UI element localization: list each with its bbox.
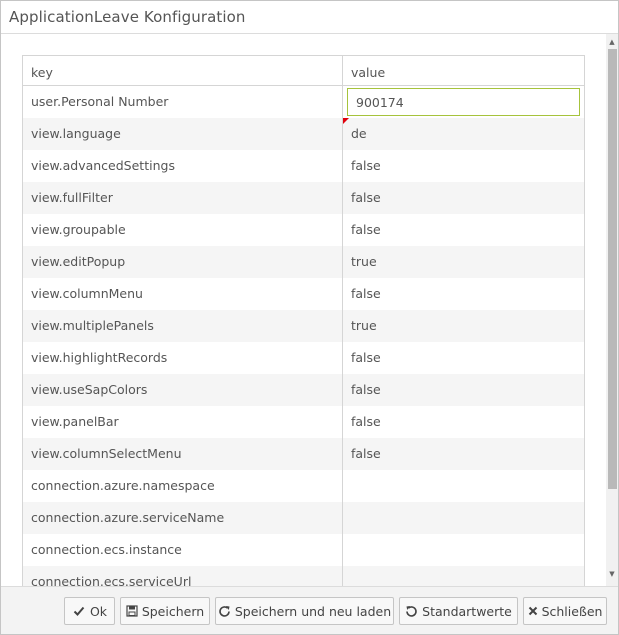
table-row[interactable]: view.editPopup true [23,246,584,278]
title-bar: ApplicationLeave Konfiguration [1,1,618,34]
key-cell: view.useSapColors [23,374,343,406]
value-cell[interactable] [343,86,584,118]
table-row[interactable]: view.useSapColors false [23,374,584,406]
refresh-icon [218,604,231,618]
table-row[interactable]: connection.ecs.instance [23,534,584,566]
value-text: de [351,126,367,141]
scroll-down-arrow-icon[interactable]: ▼ [608,570,616,578]
key-cell: view.panelBar [23,406,343,438]
check-icon [72,604,86,618]
config-dialog: ApplicationLeave Konfiguration key value… [0,0,619,635]
grid-header: key value [23,56,584,86]
key-cell: view.groupable [23,214,343,246]
table-row[interactable]: user.Personal Number [23,86,584,118]
close-button[interactable]: Schließen [523,597,607,625]
column-header-key[interactable]: key [23,56,343,85]
scrollbar-thumb[interactable] [608,49,617,489]
table-row[interactable]: connection.azure.serviceName [23,502,584,534]
key-cell: view.fullFilter [23,182,343,214]
dialog-footer: Ok Speichern Speichern und neu laden Sta… [1,586,618,634]
save-and-reload-button[interactable]: Speichern und neu laden [215,597,394,625]
key-cell: connection.azure.namespace [23,470,343,502]
key-cell: view.columnMenu [23,278,343,310]
table-row[interactable]: view.highlightRecords false [23,342,584,374]
undo-icon [405,604,418,618]
config-grid: key value user.Personal Number view.lang… [22,55,585,586]
save-button[interactable]: Speichern [120,597,210,625]
defaults-button-label: Standartwerte [422,603,512,619]
table-row[interactable]: view.panelBar false [23,406,584,438]
table-row[interactable]: connection.azure.namespace [23,470,584,502]
value-cell[interactable] [343,566,584,586]
value-cell[interactable]: false [343,438,584,470]
key-cell: view.columnSelectMenu [23,438,343,470]
key-cell: connection.ecs.instance [23,534,343,566]
value-cell[interactable]: false [343,150,584,182]
key-cell: view.language [23,118,343,150]
value-cell[interactable]: de [343,118,584,150]
value-cell[interactable]: true [343,246,584,278]
key-cell: connection.ecs.serviceUrl [23,566,343,586]
key-cell: user.Personal Number [23,86,343,118]
value-cell[interactable] [343,534,584,566]
value-edit-input[interactable] [347,88,580,116]
value-cell[interactable]: false [343,214,584,246]
ok-button-label: Ok [89,603,108,619]
value-cell[interactable]: false [343,182,584,214]
save-and-reload-button-label: Speichern und neu laden [234,603,392,619]
vertical-scrollbar[interactable]: ▲ ▼ [606,34,618,586]
table-row[interactable]: view.columnMenu false [23,278,584,310]
value-cell[interactable]: false [343,406,584,438]
key-cell: view.advancedSettings [23,150,343,182]
key-cell: view.editPopup [23,246,343,278]
column-header-value[interactable]: value [343,56,584,85]
defaults-button[interactable]: Standartwerte [399,597,518,625]
dirty-cell-marker [343,118,349,124]
value-cell[interactable]: true [343,310,584,342]
table-row[interactable]: view.multiplePanels true [23,310,584,342]
table-row[interactable]: connection.ecs.serviceUrl [23,566,584,586]
table-row[interactable]: view.groupable false [23,214,584,246]
grid-body: user.Personal Number view.language de vi… [23,86,584,586]
value-cell[interactable]: false [343,374,584,406]
floppy-disk-icon [126,604,138,618]
table-row[interactable]: view.language de [23,118,584,150]
key-cell: view.multiplePanels [23,310,343,342]
table-row[interactable]: view.advancedSettings false [23,150,584,182]
value-cell[interactable]: false [343,278,584,310]
value-cell[interactable] [343,470,584,502]
value-cell[interactable] [343,502,584,534]
save-button-label: Speichern [141,603,205,619]
close-button-label: Schließen [541,603,603,619]
close-icon [528,604,538,618]
window-title: ApplicationLeave Konfiguration [9,8,246,26]
key-cell: view.highlightRecords [23,342,343,374]
dialog-content: key value user.Personal Number view.lang… [1,34,606,586]
key-cell: connection.azure.serviceName [23,502,343,534]
table-row[interactable]: view.fullFilter false [23,182,584,214]
scroll-up-arrow-icon[interactable]: ▲ [608,38,616,46]
table-row[interactable]: view.columnSelectMenu false [23,438,584,470]
ok-button[interactable]: Ok [64,597,115,625]
value-cell[interactable]: false [343,342,584,374]
